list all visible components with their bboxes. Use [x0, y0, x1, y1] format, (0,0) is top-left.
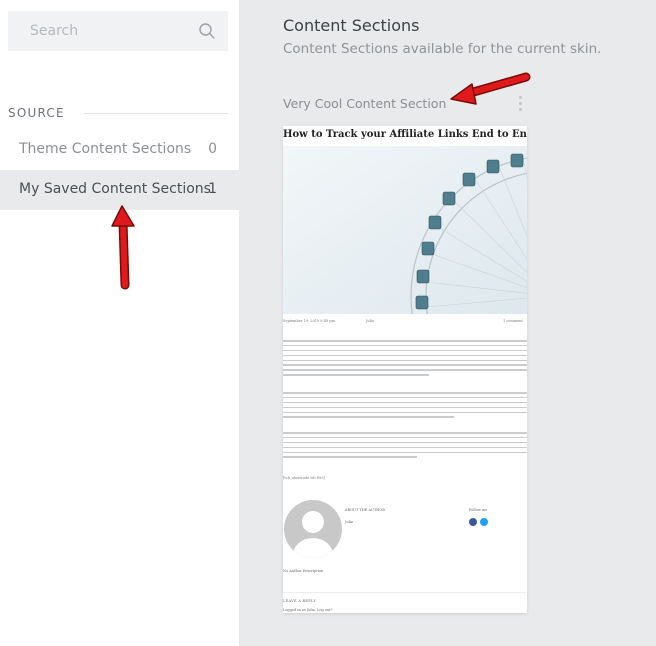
- follow-me-label: Follow me: [469, 508, 488, 512]
- leave-reply-heading: LEAVE A REPLY: [283, 599, 316, 603]
- preview-post-author: Julia: [366, 319, 374, 323]
- author-description: No Author Description: [283, 569, 324, 573]
- sidebar-item-label: Theme Content Sections: [19, 141, 192, 157]
- more-options-icon[interactable]: [517, 96, 523, 114]
- preview-post-title: How to Track your Affiliate Links End to…: [283, 129, 527, 140]
- author-avatar: [284, 500, 342, 558]
- twitter-icon: [480, 518, 488, 526]
- sidebar-item-label: My Saved Content Sections: [19, 181, 211, 197]
- sidebar: SOURCE Theme Content Sections 0 My Saved…: [0, 0, 239, 646]
- sidebar-item-count: 0: [208, 141, 217, 157]
- sidebar-item-count: 1: [208, 181, 217, 197]
- logged-in-text: Logged in as Julia. Log out?: [283, 608, 333, 612]
- main-panel: Content Sections Content Sections availa…: [239, 0, 656, 646]
- source-heading: SOURCE: [8, 106, 65, 120]
- author-name: Julia: [345, 520, 353, 524]
- sidebar-item-theme-content-sections[interactable]: Theme Content Sections 0: [0, 130, 239, 170]
- source-divider: [84, 113, 228, 114]
- search-box[interactable]: [8, 11, 228, 51]
- search-input[interactable]: [8, 11, 188, 51]
- search-icon[interactable]: [198, 22, 216, 40]
- page-title: Content Sections: [283, 16, 420, 35]
- preview-post-date: September 19, 2019 9:49 pm: [283, 319, 335, 323]
- preview-body-paragraph: [283, 392, 527, 421]
- facebook-icon: [469, 518, 477, 526]
- content-section-preview[interactable]: How to Track your Affiliate Links End to…: [283, 126, 527, 613]
- preview-shortcode: [tcb_shortcode id=893]: [283, 476, 325, 480]
- preview-body-paragraph: [283, 340, 527, 379]
- preview-post-comments: 1 comment: [503, 319, 523, 323]
- sidebar-item-my-saved-content-sections[interactable]: My Saved Content Sections 1: [0, 170, 239, 210]
- preview-divider: [283, 592, 527, 593]
- page-subtitle: Content Sections available for the curre…: [283, 41, 602, 57]
- content-section-name: Very Cool Content Section: [283, 96, 447, 111]
- preview-body-paragraph: [283, 432, 527, 461]
- ferris-wheel-image: [283, 146, 527, 314]
- about-author-heading: ABOUT THE AUTHOR: [345, 508, 385, 512]
